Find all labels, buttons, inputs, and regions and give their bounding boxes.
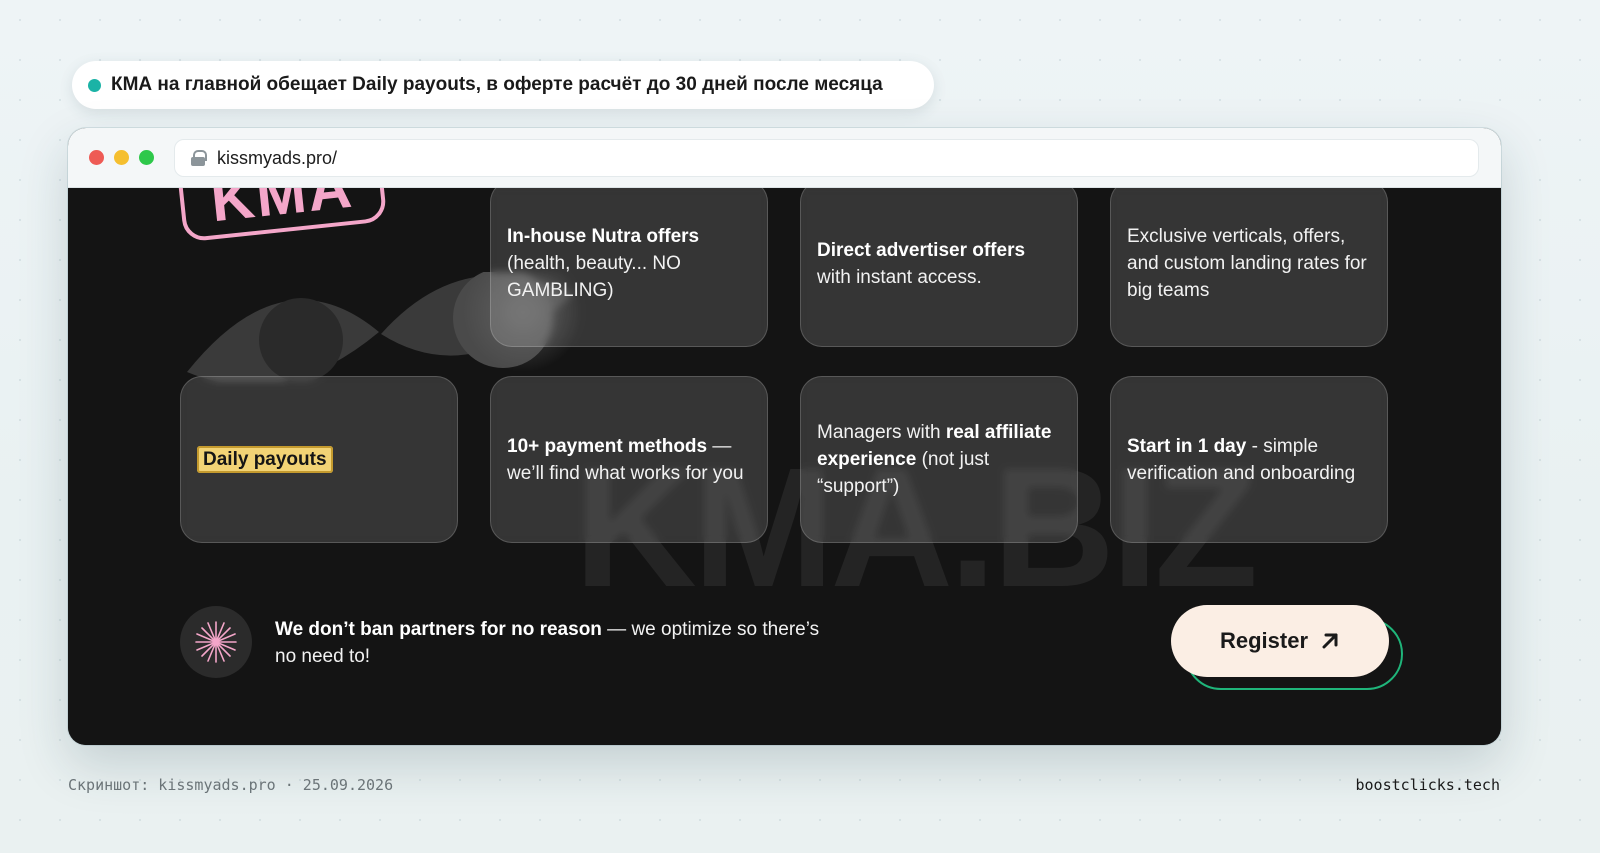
card-text: Managers with <box>817 422 946 443</box>
screenshot-caption: Скриншот: kissmyads.pro · 25.09.2026 <box>68 776 394 794</box>
feature-card-exclusive: Exclusive verticals, offers, and custom … <box>1110 188 1388 347</box>
feature-card-start: Start in 1 day - simple verification and… <box>1110 376 1388 543</box>
statement-bold: We don’t ban partners for no reason <box>275 619 602 640</box>
feature-card-payment-methods: 10+ payment methods — we’ll find what wo… <box>490 376 768 543</box>
card-text: Exclusive verticals, offers, and custom … <box>1127 226 1367 301</box>
card-text: with instant access. <box>817 266 982 288</box>
highlighted-text: Daily payouts <box>197 446 333 473</box>
close-window-icon[interactable] <box>89 150 104 165</box>
card-bold: Direct advertiser offers <box>817 239 1026 261</box>
callout-text: КМА на главной обещает Daily payouts, в … <box>111 74 883 95</box>
minimize-window-icon[interactable] <box>114 150 129 165</box>
feature-card-daily-payouts: Daily payouts <box>180 376 458 543</box>
maximize-window-icon[interactable] <box>139 150 154 165</box>
sparkle-badge <box>180 606 252 678</box>
card-bold: Start in 1 day <box>1127 435 1247 457</box>
status-dot-icon <box>88 78 101 92</box>
kma-logo[interactable]: KMA <box>176 188 388 243</box>
browser-toolbar: kissmyads.pro/ <box>68 128 1501 188</box>
address-bar-url: kissmyads.pro/ <box>217 147 338 168</box>
annotation-callout: КМА на главной обещает Daily payouts, в … <box>72 61 934 109</box>
browser-window: kissmyads.pro/ KMA.BIZ KMA In-house Nutr… <box>68 128 1501 745</box>
card-text: (health, beauty... NO GAMBLING) <box>507 253 681 301</box>
lock-icon <box>191 150 207 166</box>
card-bold: In-house Nutra offers <box>507 226 700 247</box>
feature-card-managers: Managers with real affiliate experience … <box>800 376 1078 543</box>
page-content: KMA.BIZ KMA In-house Nutra offers (healt… <box>68 188 1501 745</box>
brand-caption: boostclicks.tech <box>1355 776 1501 794</box>
register-button-group: Register <box>1171 605 1403 693</box>
card-bold: 10+ payment methods <box>507 435 708 457</box>
feature-card-nutra: In-house Nutra offers (health, beauty...… <box>490 188 768 347</box>
arrow-up-right-icon <box>1320 631 1340 651</box>
no-ban-statement: We don’t ban partners for no reason — we… <box>275 616 835 670</box>
register-button-label: Register <box>1219 628 1309 653</box>
feature-card-direct-offers: Direct advertiser offers with instant ac… <box>800 188 1078 347</box>
register-button[interactable]: Register <box>1171 605 1389 677</box>
sparkle-icon <box>195 621 237 663</box>
logo-text: KMA <box>207 188 357 235</box>
address-bar[interactable]: kissmyads.pro/ <box>174 139 1479 177</box>
